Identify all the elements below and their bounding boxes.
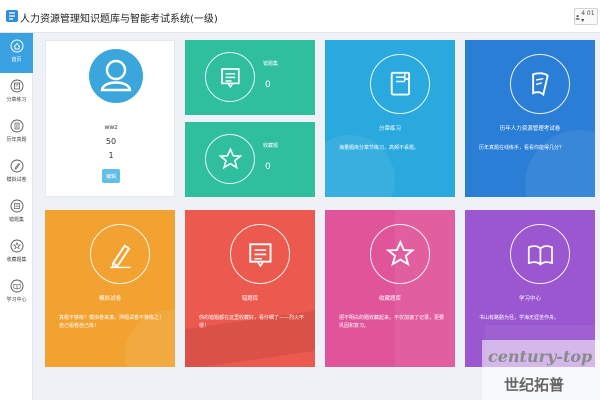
sidebar-item-label: 历年真题 (6, 137, 27, 143)
sidebar-item-label: 收藏题集 (6, 257, 27, 263)
profile-name: wwz (104, 124, 118, 131)
tile-chapter-practice[interactable]: 分章练习 海量题库分章节练习，高频不丢题。 (325, 40, 455, 197)
pen-icon (109, 243, 131, 269)
stat-label: 收藏题 (263, 143, 279, 149)
tile-title: 历年人力资源管理考试卷 (499, 126, 561, 132)
sidebar-item-label: 模拟试卷 (6, 177, 27, 183)
tile-title: 模拟试卷 (98, 296, 121, 302)
user-menu-button[interactable]: 4 01 ▾ (574, 8, 598, 25)
sidebar-item-label: 首页 (11, 57, 22, 63)
stat-card-favorites[interactable]: 收藏题 0 (185, 122, 315, 197)
user-icon (100, 59, 132, 92)
stat-label: 错题集 (263, 61, 279, 67)
tile-icon-wrap (230, 224, 290, 284)
watermark: century-top 世纪拓普 (482, 340, 600, 400)
sidebar-item-label: 学习中心 (6, 297, 27, 303)
list-icon (248, 242, 272, 268)
stat-icon-wrap (205, 134, 255, 184)
sidebar-item-past-exams[interactable]: 历年真题 (0, 113, 33, 153)
tile-icon-wrap (370, 54, 430, 114)
tile-title: 学习中心 (518, 296, 541, 302)
home-icon (10, 39, 23, 53)
open-book-icon (527, 244, 553, 266)
avatar (89, 49, 143, 103)
stat-card-wrong[interactable]: 错题集 0 (185, 40, 315, 115)
tile-description: 真题不够练？模拟卷来凑，押题试卷不够练之！自己组卷自己练！ (59, 315, 165, 329)
sidebar-item-home[interactable]: 首页 (0, 33, 33, 73)
tile-description: 历年真题在线练手，看看你能得几分？ (479, 145, 565, 151)
tile-title: 分章练习 (378, 126, 401, 132)
sidebar-item-label: 错题集 (8, 217, 24, 223)
list-icon (220, 67, 240, 88)
sidebar-item-mock-exam[interactable]: 模拟试卷 (0, 153, 33, 193)
logo-icon (6, 10, 18, 22)
sidebar-item-chapter-practice[interactable]: 分章练习 (0, 73, 33, 113)
stat-value: 0 (265, 80, 271, 90)
book-icon (390, 71, 410, 96)
tile-title: 错题库 (241, 296, 259, 302)
tile-description: 书山有路勤为径，学海无涯苦作舟。 (479, 315, 560, 321)
document-icon (10, 119, 23, 133)
stat-value: 0 (265, 162, 271, 172)
study-icon (10, 279, 23, 293)
watermark-text-en: century-top (488, 347, 592, 366)
stat-icon-wrap (205, 52, 255, 102)
tile-mock-exam[interactable]: 模拟试卷 真题不够练？模拟卷来凑，押题试卷不够练之！自己组卷自己练！ (45, 210, 175, 367)
tile-title: 收藏题库 (378, 296, 401, 302)
tile-icon-wrap (90, 224, 150, 284)
scroll-icon (531, 71, 549, 97)
sidebar-item-label: 分章练习 (6, 97, 27, 103)
decorative-circle (525, 130, 595, 197)
star-icon (385, 239, 415, 266)
sidebar-item-wrong-questions[interactable]: 错题集 (0, 193, 33, 233)
app-title: 人力资源管理知识题库与智能考试系统(一级) (20, 14, 218, 25)
exam-icon (10, 159, 23, 173)
profile-value-2: 1 (108, 151, 114, 160)
watermark-text-cn: 世纪拓普 (504, 376, 564, 394)
sidebar-item-study-center[interactable]: 学习中心 (0, 273, 33, 313)
tile-icon-wrap (510, 224, 570, 284)
user-icon (575, 14, 580, 20)
tile-wrong-questions[interactable]: 错题库 你的错题都在这里收藏好，看仔细了——烈火不侵！ (185, 210, 315, 367)
tile-icon-wrap (370, 224, 430, 284)
top-header: 人力资源管理知识题库与智能考试系统(一级) 4 01 ▾ (0, 0, 600, 33)
tile-description: 海量题库分章节练习，高频不丢题。 (339, 145, 420, 151)
tile-past-exams[interactable]: 历年人力资源管理考试卷 历年真题在线练手，看看你能得几分？ (465, 40, 595, 197)
edit-profile-button[interactable]: 编辑 (102, 169, 120, 183)
tile-description: 把不明白的题收藏起来，不仅加速了记录，更要巩固和复习。 (339, 315, 445, 329)
list-icon (10, 199, 23, 213)
tile-favorites[interactable]: 收藏题库 把不明白的题收藏起来，不仅加速了记录，更要巩固和复习。 (325, 210, 455, 367)
tile-description: 你的错题都在这里收藏好，看仔细了——烈火不侵！ (199, 315, 305, 329)
sidebar: 首页 分章练习 历年真题 模拟试卷 错题集 收藏题集 学习中心 (0, 33, 33, 400)
tile-icon-wrap (510, 54, 570, 114)
user-menu-label: 4 01 ▾ (581, 9, 595, 24)
profile-card: wwz 50 1 编辑 (45, 40, 175, 197)
star-icon (10, 239, 23, 253)
watermark-logo: century-top 世纪拓普 (482, 340, 600, 400)
book-icon (10, 79, 23, 93)
profile-value-1: 50 (105, 137, 117, 146)
sidebar-item-favorites[interactable]: 收藏题集 (0, 233, 33, 273)
star-icon (217, 146, 243, 169)
